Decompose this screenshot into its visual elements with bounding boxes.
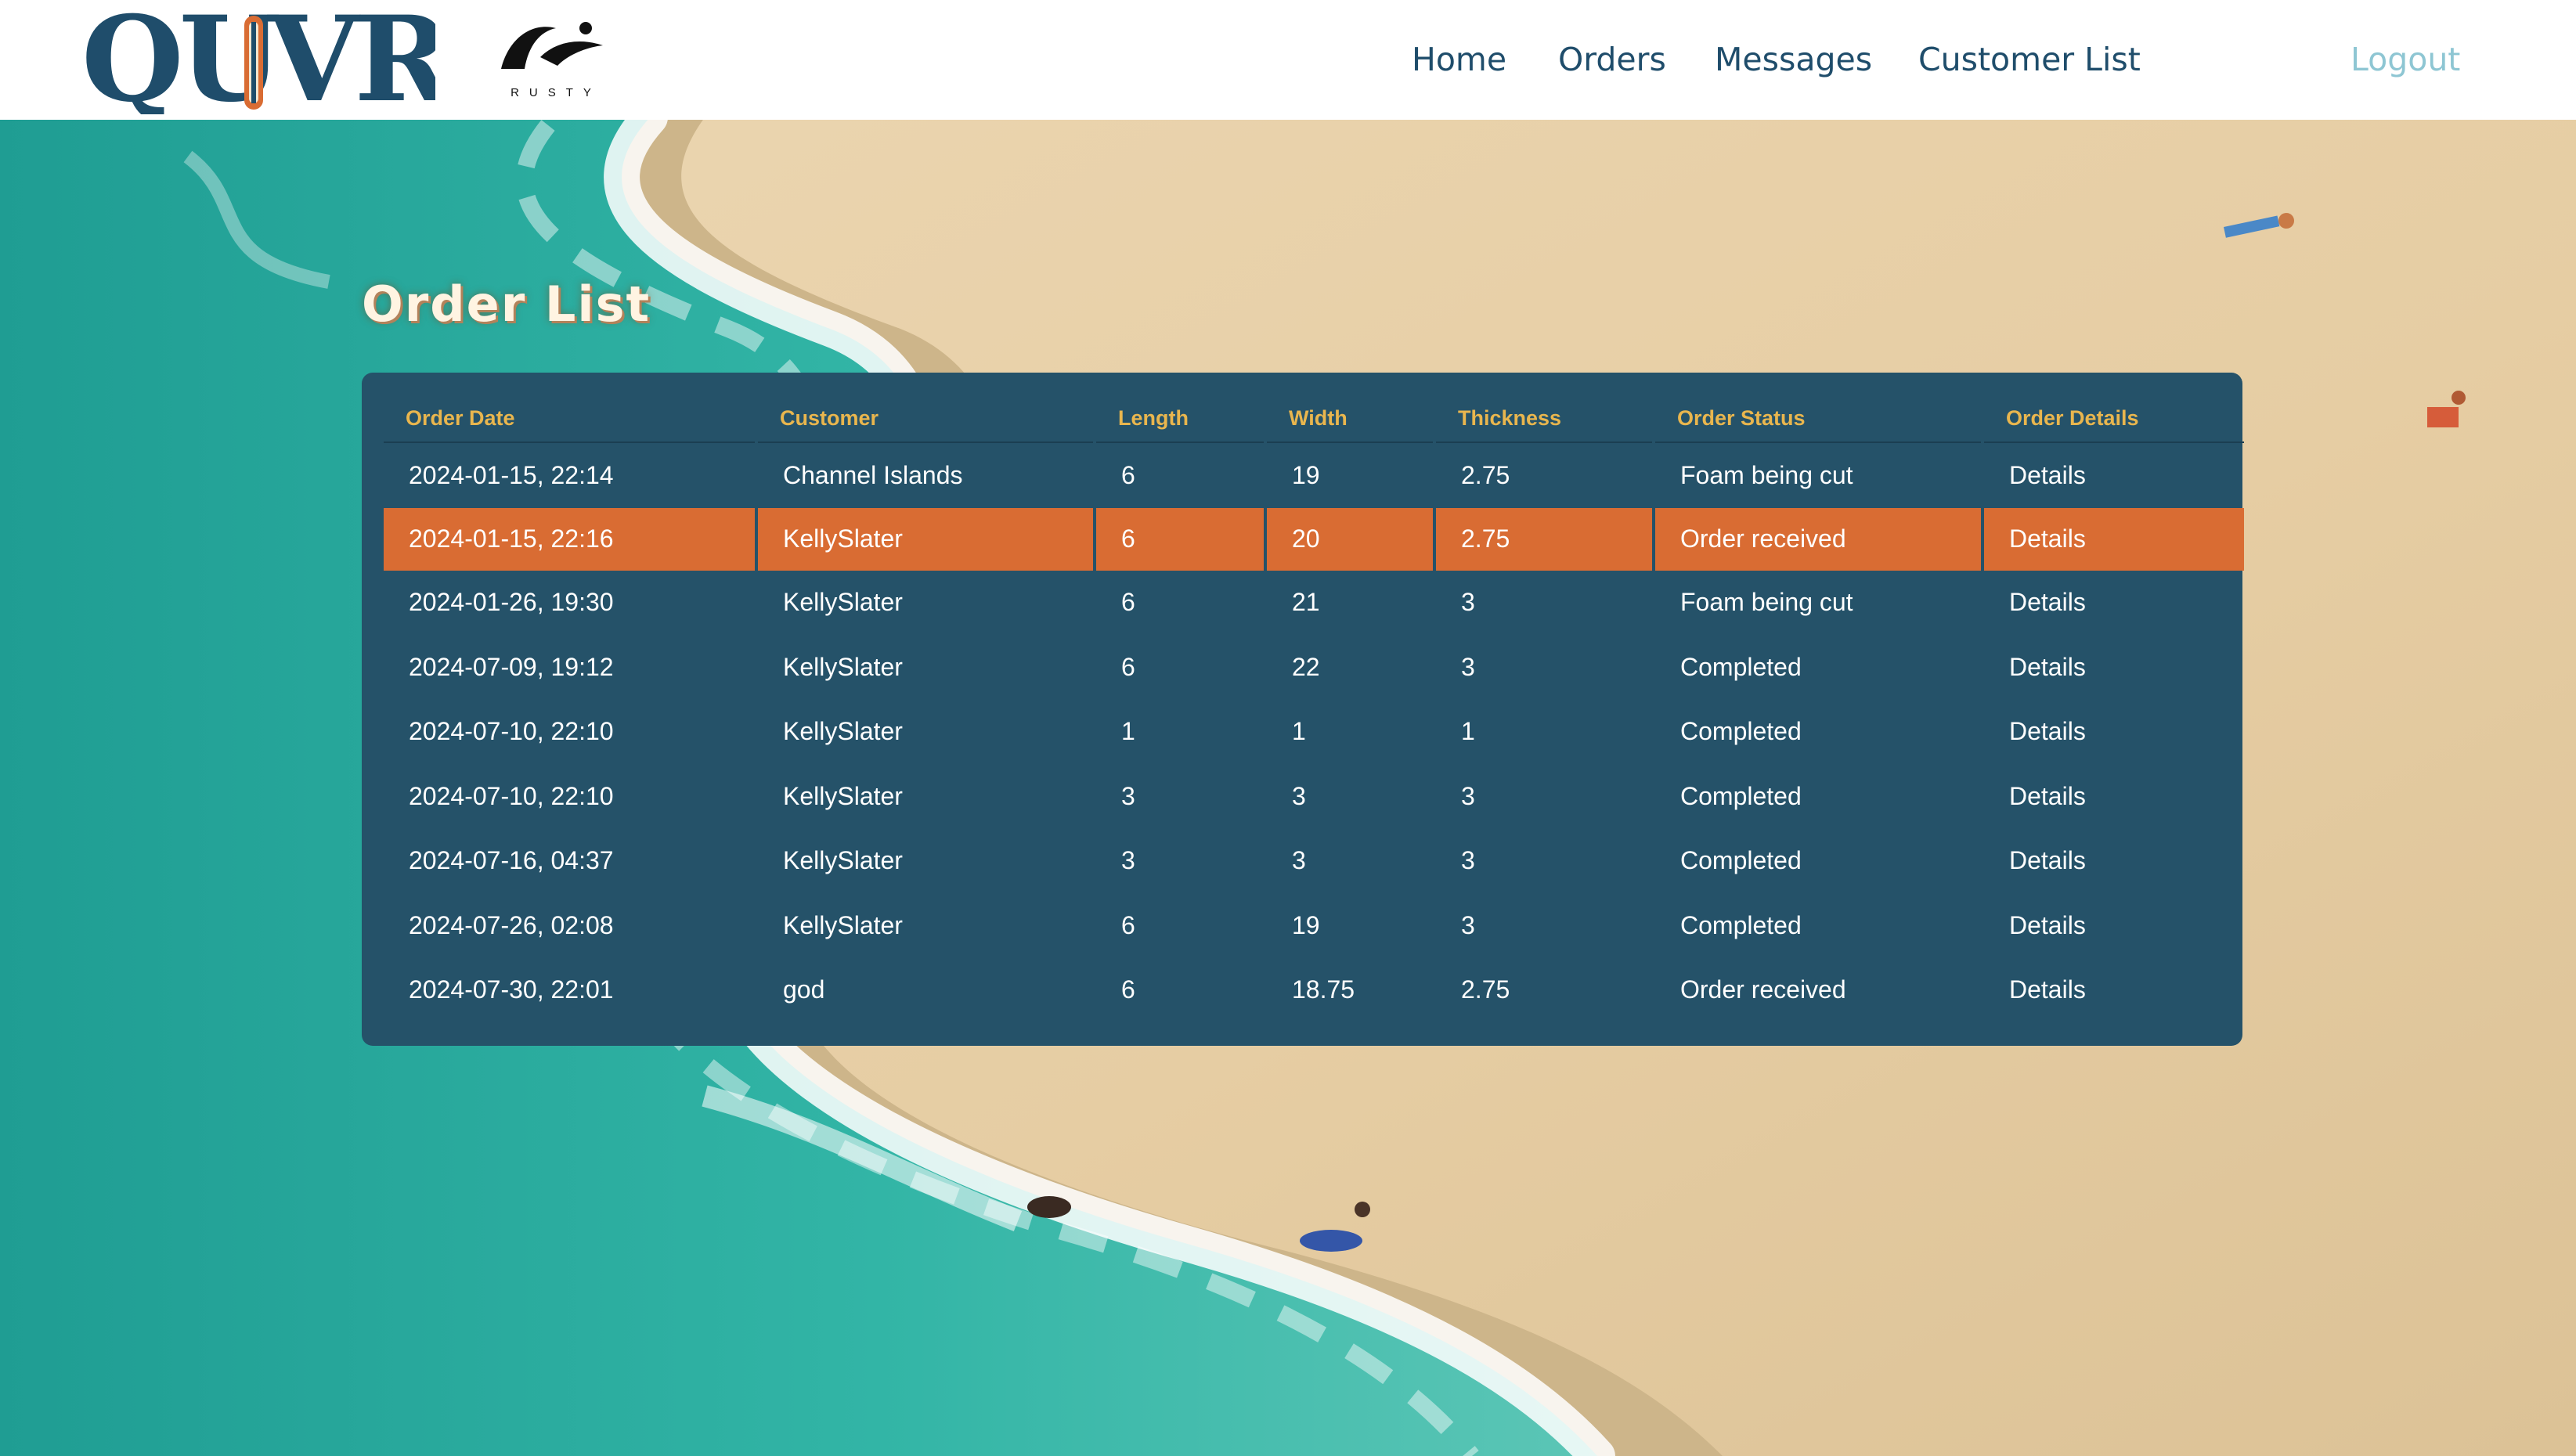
cell-order-date: 2024-01-15, 22:16 — [384, 507, 755, 571]
rusty-logo: RUSTY — [493, 14, 619, 106]
nav-home[interactable]: Home — [1412, 41, 1506, 78]
cell-length: 6 — [1121, 975, 1135, 1004]
cell-length: 6 — [1096, 507, 1264, 571]
table-row[interactable]: 2024-07-26, 02:08 KellySlater 6 19 3 Com… — [384, 893, 2244, 958]
cell-order-status: Completed — [1680, 910, 1802, 939]
cell-customer: Channel Islands — [783, 460, 963, 489]
cell-thickness: 2.75 — [1436, 507, 1652, 571]
cell-length: 6 — [1121, 910, 1135, 939]
cell-customer: KellySlater — [783, 910, 903, 939]
column-header-length: Length — [1096, 395, 1264, 443]
details-link[interactable]: Details — [1984, 443, 2244, 508]
details-link[interactable]: Details — [1984, 700, 2244, 765]
details-link[interactable]: Details — [1984, 764, 2244, 829]
cell-customer: KellySlater — [783, 588, 903, 617]
cell-order-status: Completed — [1680, 846, 1802, 875]
nav-orders[interactable]: Orders — [1558, 41, 1666, 78]
quivr-logo[interactable]: QU VR — [81, 0, 457, 128]
details-link[interactable]: Details — [1984, 829, 2244, 894]
cell-width: 1 — [1292, 717, 1306, 746]
cell-width: 21 — [1292, 588, 1320, 617]
table-row[interactable]: 2024-07-10, 22:10 KellySlater 3 3 3 Comp… — [384, 764, 2244, 829]
table-row[interactable]: 2024-01-15, 22:14 Channel Islands 6 19 2… — [384, 443, 2244, 508]
table-header-row: Order Date Customer Length Width Thickne… — [384, 395, 2244, 443]
cell-length: 3 — [1121, 846, 1135, 875]
cell-order-date: 2024-01-15, 22:14 — [409, 460, 614, 489]
table-row[interactable]: 2024-07-10, 22:10 KellySlater 1 1 1 Comp… — [384, 700, 2244, 765]
details-link[interactable]: Details — [1984, 635, 2244, 700]
cell-width: 3 — [1292, 846, 1306, 875]
cell-thickness: 2.75 — [1461, 460, 1510, 489]
order-table: Order Date Customer Length Width Thickne… — [381, 395, 2247, 1022]
cell-thickness: 3 — [1461, 910, 1475, 939]
cell-length: 3 — [1121, 781, 1135, 810]
table-row[interactable]: 2024-07-30, 22:01 god 6 18.75 2.75 Order… — [384, 958, 2244, 1023]
cell-thickness: 3 — [1461, 781, 1475, 810]
table-row[interactable]: 2024-07-16, 04:37 KellySlater 3 3 3 Comp… — [384, 829, 2244, 894]
nav-messages[interactable]: Messages — [1715, 41, 1872, 78]
cell-customer: KellySlater — [783, 846, 903, 875]
cell-order-date: 2024-07-16, 04:37 — [409, 846, 614, 875]
cell-length: 1 — [1121, 717, 1135, 746]
cell-thickness: 2.75 — [1461, 975, 1510, 1004]
logout-link[interactable]: Logout — [2351, 41, 2460, 78]
cell-order-date: 2024-07-09, 19:12 — [409, 652, 614, 681]
cell-thickness: 1 — [1461, 717, 1475, 746]
cell-thickness: 3 — [1461, 588, 1475, 617]
cell-width: 3 — [1292, 781, 1306, 810]
nav-customer-list[interactable]: Customer List — [1918, 41, 2141, 78]
details-link[interactable]: Details — [1984, 571, 2244, 636]
cell-length: 6 — [1121, 652, 1135, 681]
cell-customer: god — [783, 975, 825, 1004]
cell-order-date: 2024-07-10, 22:10 — [409, 781, 614, 810]
cell-order-date: 2024-07-26, 02:08 — [409, 910, 614, 939]
rusty-logo-text: RUSTY — [511, 86, 601, 99]
cell-order-status: Foam being cut — [1680, 588, 1853, 617]
cell-width: 22 — [1292, 652, 1320, 681]
table-row[interactable]: 2024-01-26, 19:30 KellySlater 6 21 3 Foa… — [384, 571, 2244, 636]
cell-order-date: 2024-07-30, 22:01 — [409, 975, 614, 1004]
cell-customer: KellySlater — [783, 781, 903, 810]
cell-order-date: 2024-07-10, 22:10 — [409, 717, 614, 746]
column-header-order-status: Order Status — [1655, 395, 1981, 443]
column-header-order-date: Order Date — [384, 395, 755, 443]
column-header-order-details: Order Details — [1984, 395, 2244, 443]
page-title: Order List — [362, 276, 651, 333]
cell-thickness: 3 — [1461, 846, 1475, 875]
cell-thickness: 3 — [1461, 652, 1475, 681]
cell-width: 18.75 — [1292, 975, 1355, 1004]
details-link[interactable]: Details — [1984, 958, 2244, 1023]
cell-width: 19 — [1292, 910, 1320, 939]
cell-width: 20 — [1267, 507, 1433, 571]
column-header-thickness: Thickness — [1436, 395, 1652, 443]
details-link[interactable]: Details — [1984, 507, 2244, 571]
cell-order-status: Completed — [1680, 652, 1802, 681]
cell-order-status: Order received — [1680, 975, 1846, 1004]
cell-customer: KellySlater — [783, 717, 903, 746]
cell-order-status: Order received — [1655, 507, 1981, 571]
cell-width: 19 — [1292, 460, 1320, 489]
cell-customer: KellySlater — [758, 507, 1093, 571]
site-header: QU VR RUSTY Home Orders Messages Custome… — [0, 0, 2576, 128]
svg-text:VR: VR — [267, 5, 435, 114]
table-row[interactable]: 2024-07-09, 19:12 KellySlater 6 22 3 Com… — [384, 635, 2244, 700]
cell-order-status: Completed — [1680, 717, 1802, 746]
cell-order-status: Completed — [1680, 781, 1802, 810]
details-link[interactable]: Details — [1984, 893, 2244, 958]
cell-length: 6 — [1121, 588, 1135, 617]
column-header-customer: Customer — [758, 395, 1093, 443]
cell-customer: KellySlater — [783, 652, 903, 681]
table-row-selected[interactable]: 2024-01-15, 22:16 KellySlater 6 20 2.75 … — [384, 507, 2244, 571]
cell-order-status: Foam being cut — [1680, 460, 1853, 489]
order-table-card: Order Date Customer Length Width Thickne… — [362, 373, 2244, 1046]
column-header-width: Width — [1267, 395, 1433, 443]
cell-order-date: 2024-01-26, 19:30 — [409, 588, 614, 617]
cell-length: 6 — [1121, 460, 1135, 489]
